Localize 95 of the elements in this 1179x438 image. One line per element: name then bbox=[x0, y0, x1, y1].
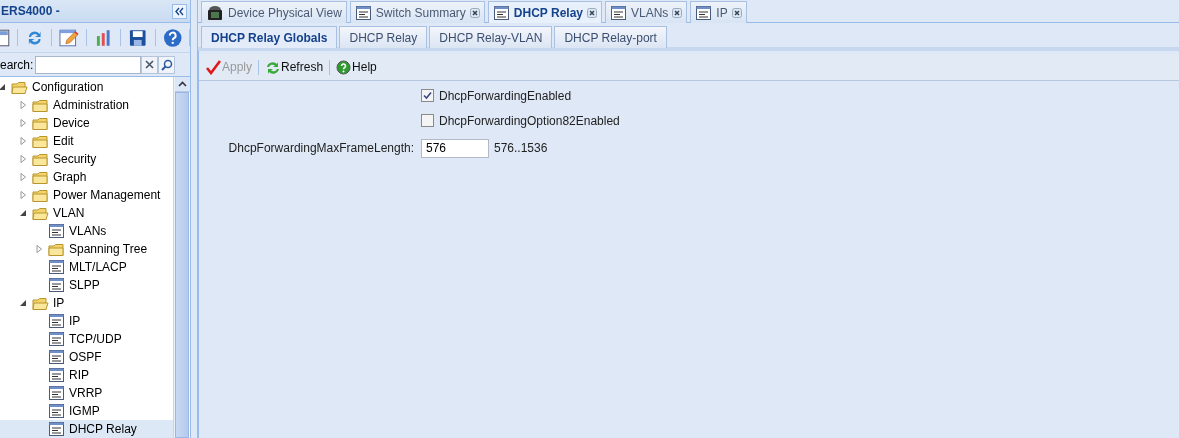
folder-icon bbox=[32, 295, 49, 311]
help-icon[interactable] bbox=[162, 27, 182, 48]
tree-item[interactable]: VLANs bbox=[0, 222, 173, 240]
close-icon[interactable] bbox=[469, 7, 480, 18]
expand-arrow-icon[interactable] bbox=[35, 245, 43, 253]
page-icon bbox=[492, 4, 510, 21]
edit-icon[interactable] bbox=[59, 27, 79, 48]
page-icon bbox=[48, 385, 65, 401]
search-label: earch: bbox=[0, 57, 34, 72]
range-hint: 576..1536 bbox=[494, 141, 548, 155]
page-icon bbox=[48, 331, 65, 347]
collapse-button[interactable] bbox=[172, 3, 187, 19]
close-icon[interactable] bbox=[672, 7, 683, 18]
expand-arrow-icon[interactable] bbox=[19, 191, 27, 199]
collapse-arrow-icon[interactable] bbox=[19, 209, 27, 217]
tree-item[interactable]: IGMP bbox=[0, 402, 173, 420]
page-icon bbox=[48, 421, 65, 437]
folder-icon bbox=[32, 169, 49, 185]
tree-item[interactable]: Graph bbox=[0, 168, 173, 186]
collapse-arrow-icon[interactable] bbox=[0, 83, 6, 91]
panel-title: ERS4000 - bbox=[1, 4, 60, 18]
expand-arrow-icon[interactable] bbox=[19, 101, 27, 109]
window-icon[interactable] bbox=[0, 27, 10, 48]
save-icon[interactable] bbox=[128, 27, 148, 48]
page-icon bbox=[48, 367, 65, 383]
tab[interactable]: VLANs bbox=[605, 1, 688, 23]
tree-item[interactable]: SLPP bbox=[0, 276, 173, 294]
help-icon bbox=[336, 59, 352, 75]
tree-item[interactable]: VLAN bbox=[0, 204, 173, 222]
page-icon bbox=[695, 4, 713, 21]
page-icon bbox=[48, 259, 65, 275]
folder-icon bbox=[32, 97, 49, 113]
tab[interactable]: Device Physical View bbox=[201, 1, 347, 23]
folder-icon bbox=[32, 133, 49, 149]
expand-arrow-icon[interactable] bbox=[19, 137, 27, 145]
page-icon bbox=[354, 4, 372, 21]
page-icon bbox=[610, 4, 627, 21]
folder-icon bbox=[32, 151, 49, 167]
tree-item[interactable]: TCP/UDP bbox=[0, 330, 173, 348]
tab[interactable]: DHCP Relay bbox=[339, 26, 428, 48]
tree-item[interactable]: OSPF bbox=[0, 348, 173, 366]
scrollbar[interactable] bbox=[173, 77, 190, 438]
scroll-up-button[interactable] bbox=[174, 77, 190, 92]
tree-item[interactable]: IP bbox=[0, 294, 173, 312]
refresh-button[interactable]: Refresh bbox=[263, 59, 326, 75]
page-icon bbox=[48, 277, 65, 293]
folder-icon bbox=[32, 187, 49, 203]
tree-item[interactable]: Device bbox=[0, 114, 173, 132]
collapse-arrow-icon[interactable] bbox=[19, 299, 27, 307]
tree-item[interactable]: Edit bbox=[0, 132, 173, 150]
clear-button[interactable] bbox=[141, 55, 159, 74]
tab[interactable]: IP bbox=[690, 1, 747, 23]
search-button[interactable] bbox=[158, 55, 176, 74]
field-label: DhcpForwardingMaxFrameLength: bbox=[228, 141, 414, 155]
page-icon bbox=[48, 223, 65, 239]
search-icon bbox=[160, 58, 173, 71]
tree-item[interactable]: VRRP bbox=[0, 384, 173, 402]
refresh-icon bbox=[265, 59, 281, 75]
tree-item[interactable]: Spanning Tree bbox=[0, 240, 173, 258]
help-button[interactable]: Help bbox=[334, 59, 379, 75]
page-icon bbox=[48, 403, 65, 419]
folder-icon bbox=[32, 115, 49, 131]
tree-item[interactable]: Security bbox=[0, 150, 173, 168]
close-icon[interactable] bbox=[731, 7, 742, 18]
tab[interactable]: Switch Summary bbox=[349, 1, 485, 23]
page-icon bbox=[48, 349, 65, 365]
folder-icon bbox=[11, 79, 28, 95]
checkbox[interactable] bbox=[421, 114, 434, 127]
page-icon bbox=[48, 313, 65, 329]
checkbox[interactable] bbox=[421, 89, 434, 102]
tree-item[interactable]: Configuration bbox=[0, 78, 173, 96]
tab[interactable]: DHCP Relay-port bbox=[554, 26, 667, 48]
tab[interactable]: DHCP Relay Globals bbox=[201, 26, 338, 48]
search-field[interactable] bbox=[35, 55, 142, 74]
tree-item[interactable]: Power Management bbox=[0, 186, 173, 204]
text-field[interactable]: 576 bbox=[421, 138, 489, 158]
expand-arrow-icon[interactable] bbox=[19, 155, 27, 163]
close-icon bbox=[145, 60, 155, 69]
scroll-thumb[interactable] bbox=[175, 92, 189, 438]
check-icon bbox=[206, 59, 221, 75]
checkbox-label: DhcpForwardingEnabled bbox=[439, 88, 572, 103]
close-icon[interactable] bbox=[587, 7, 597, 18]
tree-item[interactable]: RIP bbox=[0, 366, 173, 384]
folder-icon bbox=[48, 241, 65, 257]
device-icon bbox=[206, 4, 224, 21]
tree-item[interactable]: Administration bbox=[0, 96, 173, 114]
tree-item[interactable]: DHCP Relay bbox=[0, 420, 173, 438]
tab[interactable]: DHCP Relay bbox=[487, 1, 602, 23]
checkbox-label: DhcpForwardingOption82Enabled bbox=[439, 113, 620, 128]
tree-item[interactable]: IP bbox=[0, 312, 173, 330]
folder-icon bbox=[32, 205, 49, 221]
expand-arrow-icon[interactable] bbox=[19, 119, 27, 127]
expand-arrow-icon[interactable] bbox=[19, 173, 27, 181]
tree-item[interactable]: MLT/LACP bbox=[0, 258, 173, 276]
tab[interactable]: DHCP Relay-VLAN bbox=[429, 26, 553, 48]
